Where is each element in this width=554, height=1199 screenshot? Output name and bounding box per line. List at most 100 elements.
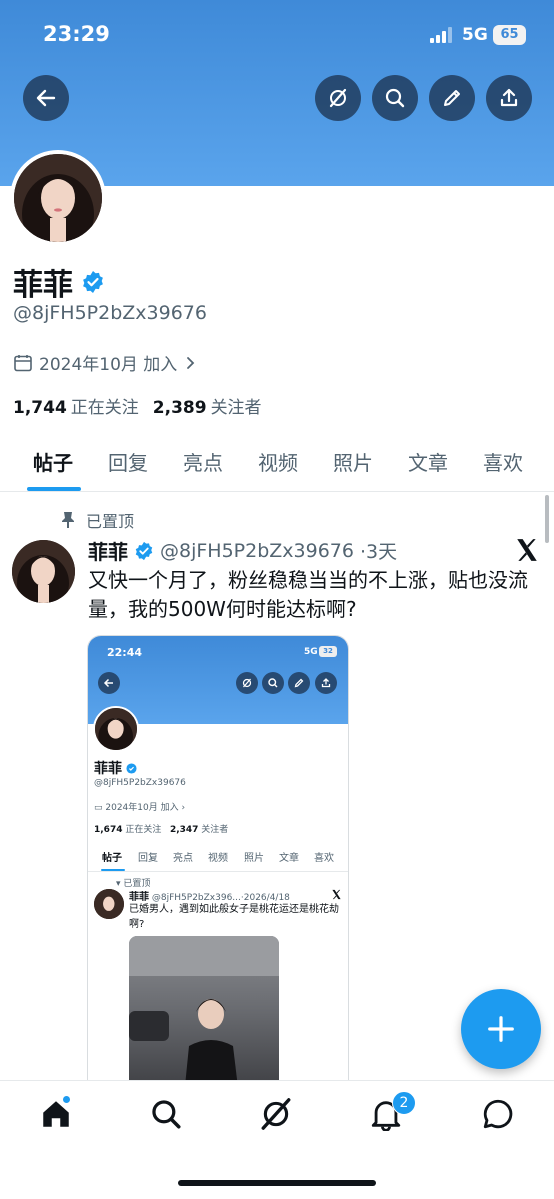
embedded-tab: 照片 xyxy=(244,853,264,864)
tab-photos[interactable]: 照片 xyxy=(333,447,373,476)
edit-button[interactable] xyxy=(429,75,475,121)
embedded-grok-icon xyxy=(236,672,258,694)
post-media-image[interactable]: 22:44 5G 32 菲菲 @8jFH5P2bZx39676 ▭ 2024年1… xyxy=(87,635,349,1095)
grok-icon xyxy=(261,1098,291,1130)
back-button[interactable] xyxy=(23,75,69,121)
profile-name-text: 菲菲 xyxy=(13,268,73,303)
follow-stats: 1,744 正在关注 2,389 关注者 xyxy=(13,393,262,418)
embedded-compose-icon xyxy=(288,672,310,694)
followers-label: 关注者 xyxy=(210,398,262,418)
embedded-post-photo xyxy=(129,936,279,1094)
embedded-tab: 帖子 xyxy=(102,853,122,864)
calendar-icon xyxy=(14,354,32,371)
notifications-badge: 2 xyxy=(392,1091,416,1115)
embedded-post-text: 已婚男人，遇到如此般女子是桃花运还是桃花劫啊? xyxy=(129,904,339,930)
tab-videos[interactable]: 视频 xyxy=(258,447,298,476)
nav-messages[interactable] xyxy=(481,1097,515,1131)
messages-icon xyxy=(483,1099,513,1129)
embedded-avatar xyxy=(93,706,139,752)
embedded-name-text: 菲菲 xyxy=(94,761,122,777)
profile-tabs: 帖子 回复 亮点 视频 照片 文章 喜欢 xyxy=(0,438,554,492)
embedded-followers-count: 2,347 xyxy=(169,825,199,835)
joined-date[interactable]: 2024年10月 加入 xyxy=(13,350,197,375)
post-author-name[interactable]: 菲菲 xyxy=(88,536,128,565)
battery-indicator: 65 xyxy=(493,25,526,45)
home-unread-dot xyxy=(62,1095,71,1104)
signal-icon xyxy=(430,27,452,43)
embedded-chevron-icon: › xyxy=(178,803,186,813)
pin-icon xyxy=(62,512,74,528)
post-author-handle[interactable]: @8jFH5P2bZx39676 xyxy=(160,540,354,562)
embedded-name: 菲菲 xyxy=(94,758,137,778)
verified-badge-icon[interactable] xyxy=(81,270,105,294)
status-time: 23:29 xyxy=(43,22,110,46)
nav-search[interactable] xyxy=(149,1097,183,1131)
embedded-time: 22:44 xyxy=(107,646,143,659)
embedded-followers-label: 关注者 xyxy=(201,825,229,835)
active-tab-indicator xyxy=(27,487,81,491)
chevron-right-icon xyxy=(187,356,195,369)
embedded-search-icon xyxy=(262,672,284,694)
following-count: 1,744 xyxy=(13,398,67,418)
embedded-handle: @8jFH5P2bZx39676 xyxy=(94,778,186,788)
followers-stat[interactable]: 2,389 关注者 xyxy=(153,393,262,418)
embedded-following-count: 1,674 xyxy=(94,825,123,835)
tab-highlights[interactable]: 亮点 xyxy=(183,447,223,476)
tab-likes[interactable]: 喜欢 xyxy=(483,447,523,476)
embedded-post-header: 菲菲 @8jFH5P2bZx396...·2026/4/18 xyxy=(129,888,290,903)
avatar-photo xyxy=(12,540,75,603)
embedded-joined-text: 2024年10月 加入 xyxy=(105,803,179,813)
embedded-share-icon xyxy=(315,672,337,694)
back-arrow-icon xyxy=(36,89,56,107)
post-text: 又快一个月了，粉丝稳稳当当的不上涨，贴也没流量，我的500W何时能达标啊? xyxy=(88,568,528,621)
search-button[interactable] xyxy=(372,75,418,121)
compose-post-button[interactable] xyxy=(461,989,541,1069)
embedded-following-label: 正在关注 xyxy=(125,825,162,835)
embedded-verified-icon xyxy=(126,762,137,774)
embedded-tab: 喜欢 xyxy=(314,853,334,864)
embedded-tabs: 帖子 回复 亮点 视频 照片 文章 喜欢 xyxy=(88,842,348,872)
following-label: 正在关注 xyxy=(70,398,139,418)
x-logo-icon[interactable] xyxy=(514,537,540,563)
profile-avatar[interactable] xyxy=(10,150,106,246)
tab-posts[interactable]: 帖子 xyxy=(33,447,73,476)
embedded-tab: 亮点 xyxy=(173,853,193,864)
embedded-network: 5G xyxy=(304,647,318,657)
embedded-calendar-icon: ▭ xyxy=(94,803,106,813)
avatar-photo xyxy=(14,154,102,242)
search-icon xyxy=(385,88,405,108)
embedded-tab-indicator xyxy=(101,869,125,871)
joined-text: 2024年10月 加入 xyxy=(39,355,178,375)
pinned-indicator: 已置顶 xyxy=(60,508,134,532)
profile-handle: @8jFH5P2bZx39676 xyxy=(13,302,207,324)
embedded-tab: 视频 xyxy=(208,853,228,864)
pinned-label: 已置顶 xyxy=(86,512,135,531)
embedded-tab: 文章 xyxy=(279,853,299,864)
nav-grok[interactable] xyxy=(259,1097,293,1131)
post-author-avatar[interactable] xyxy=(12,540,75,603)
embedded-x-logo-icon xyxy=(332,889,341,900)
scrollbar[interactable] xyxy=(545,495,549,543)
embedded-battery: 32 xyxy=(319,646,337,657)
verified-badge-icon xyxy=(135,541,153,560)
post-time: ·3天 xyxy=(359,541,398,563)
embedded-tab: 回复 xyxy=(138,853,158,864)
tab-replies[interactable]: 回复 xyxy=(108,447,148,476)
followers-count: 2,389 xyxy=(152,398,207,418)
embedded-joined: ▭ 2024年10月 加入 › xyxy=(94,800,185,813)
post-header: 菲菲 @8jFH5P2bZx39676 ·3天 xyxy=(88,536,397,565)
share-button[interactable] xyxy=(486,75,532,121)
embedded-post-avatar xyxy=(94,889,124,919)
plus-icon xyxy=(488,1016,514,1042)
home-indicator xyxy=(178,1180,376,1186)
grok-button[interactable] xyxy=(315,75,361,121)
grok-icon xyxy=(329,88,347,108)
search-icon xyxy=(152,1100,181,1129)
following-stat[interactable]: 1,744 正在关注 xyxy=(13,393,139,418)
tab-articles[interactable]: 文章 xyxy=(408,447,448,476)
profile-name: 菲菲 xyxy=(13,260,105,304)
network-label: 5G xyxy=(462,25,488,45)
embedded-back-icon xyxy=(98,672,120,694)
embedded-stats: 1,674 正在关注 2,347 关注者 xyxy=(94,822,228,835)
status-bar: 23:29 5G 65 xyxy=(0,0,554,70)
